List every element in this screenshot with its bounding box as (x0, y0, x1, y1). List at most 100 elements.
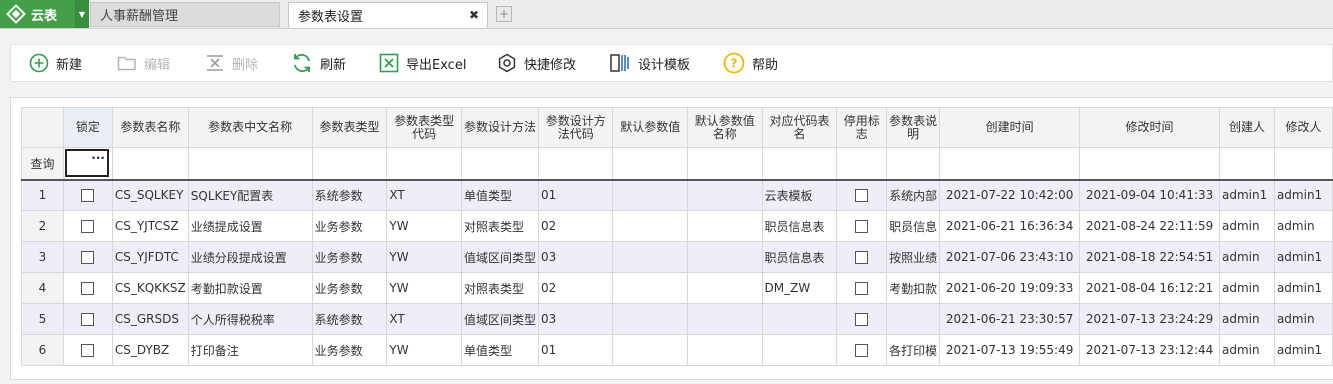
cell-creator[interactable]: admin (1219, 210, 1275, 242)
disabled-cell[interactable] (836, 179, 888, 211)
cell-creator[interactable]: admin (1219, 241, 1275, 273)
cell-type[interactable]: 业务参数 (311, 272, 388, 304)
table-row[interactable]: 3 CS_YJFDTC 业绩分段提成设置 业务参数 YW 值域区间类型 03 职员信息表 按照业… (21, 241, 1333, 273)
cell-modified[interactable]: 2021-09-04 10:41:33 (1079, 179, 1220, 211)
cell-name[interactable]: CS_YJFDTC (111, 241, 189, 273)
cell-modifier[interactable]: admin1 (1273, 272, 1333, 304)
cell-code-table[interactable] (761, 334, 838, 366)
table-row[interactable]: 2 CS_YJTCSZ 业绩提成设置 业务参数 YW 对照表类型 02 职员信息表 职员信息 20… (21, 210, 1333, 242)
query-cell[interactable] (761, 147, 838, 180)
col-header-method[interactable]: 参数设计方法 (460, 107, 539, 148)
col-header-default-name[interactable]: 默认参数值名称 (687, 107, 763, 148)
quick-edit-button[interactable]: 快捷修改 (497, 45, 576, 81)
cell-method[interactable]: 单值类型 (460, 334, 539, 366)
tab-hr-payroll[interactable]: 人事薪酬管理 (90, 2, 280, 27)
col-header-type-code[interactable]: 参数表类型代码 (386, 107, 462, 148)
cell-type[interactable]: 业务参数 (311, 334, 388, 366)
cell-type[interactable]: 业务参数 (311, 241, 388, 273)
app-menu-caret-icon[interactable]: ▼ (75, 0, 89, 28)
cell-cname[interactable]: 打印备注 (187, 334, 313, 366)
cell-created[interactable]: 2021-07-13 19:55:49 (939, 334, 1081, 366)
cell-code-table[interactable] (761, 303, 838, 335)
col-header-modified[interactable]: 修改时间 (1079, 107, 1220, 148)
disabled-cell[interactable] (836, 272, 888, 304)
cell-name[interactable]: CS_KQKKSZ (111, 272, 189, 304)
cell-modified[interactable]: 2021-08-18 22:54:51 (1079, 241, 1220, 273)
query-cell[interactable] (1219, 147, 1275, 180)
lock-cell[interactable] (62, 303, 113, 335)
col-header-code-table[interactable]: 对应代码表名 (761, 107, 838, 148)
cell-desc[interactable]: 按照业绩 (886, 241, 941, 273)
cell-type-code[interactable]: YW (386, 334, 462, 366)
query-cell[interactable] (886, 147, 941, 180)
lock-checkbox[interactable] (81, 189, 95, 203)
lock-checkbox[interactable] (81, 313, 95, 326)
col-header-modifier[interactable]: 修改人 (1273, 107, 1333, 148)
disabled-checkbox[interactable] (855, 251, 869, 264)
cell-modifier[interactable]: admin (1273, 303, 1333, 335)
disabled-checkbox[interactable] (855, 313, 869, 326)
disabled-cell[interactable] (836, 303, 888, 335)
table-row[interactable]: 6 CS_DYBZ 打印备注 业务参数 YW 单值类型 01 各打印模 2021-07-13 1… (21, 334, 1333, 366)
cell-cname[interactable]: 个人所得税税率 (187, 303, 313, 335)
cell-code-table[interactable]: 云表模板 (761, 179, 838, 211)
cell-method-code[interactable]: 02 (537, 272, 614, 304)
add-tab-button[interactable]: + (496, 6, 512, 22)
edit-button[interactable]: 编辑 (117, 45, 170, 81)
row-number[interactable]: 6 (21, 334, 64, 366)
table-row[interactable]: 4 CS_KQKKSZ 考勤扣款设置 业务参数 YW 对照表类型 02 DM_ZW 考勤扣款 20… (21, 272, 1333, 304)
cell-default-name[interactable] (687, 179, 763, 211)
cell-creator[interactable]: admin (1219, 334, 1275, 366)
export-excel-button[interactable]: 导出Excel (379, 45, 466, 81)
disabled-checkbox[interactable] (855, 282, 869, 295)
lock-checkbox[interactable] (81, 220, 95, 233)
cell-created[interactable]: 2021-07-06 23:43:10 (939, 241, 1081, 273)
disabled-checkbox[interactable] (855, 189, 869, 203)
disabled-cell[interactable] (836, 241, 888, 273)
cell-default-val[interactable] (612, 303, 688, 335)
query-cell[interactable] (187, 147, 313, 180)
cell-default-name[interactable] (687, 241, 763, 273)
cell-type-code[interactable]: YW (386, 272, 462, 304)
cell-desc[interactable]: 各打印模 (886, 334, 941, 366)
lock-checkbox[interactable] (81, 344, 95, 357)
lock-checkbox[interactable] (81, 251, 95, 264)
cell-name[interactable]: CS_GRSDS (111, 303, 189, 335)
query-cell[interactable] (311, 147, 388, 180)
row-number[interactable]: 5 (21, 303, 64, 335)
query-cell[interactable] (111, 147, 189, 180)
disabled-checkbox[interactable] (855, 220, 869, 233)
cell-default-name[interactable] (687, 272, 763, 304)
col-header-cname[interactable]: 参数表中文名称 (187, 107, 313, 148)
refresh-button[interactable]: 刷新 (291, 45, 346, 81)
query-cell[interactable] (1273, 147, 1333, 180)
cell-method[interactable]: 单值类型 (460, 179, 539, 211)
ellipsis-icon[interactable]: ··· (91, 152, 105, 164)
app-menu-button[interactable]: 云表 (0, 0, 75, 28)
disabled-cell[interactable] (836, 334, 888, 366)
cell-modified[interactable]: 2021-07-13 23:12:44 (1079, 334, 1220, 366)
cell-modifier[interactable]: admin1 (1273, 334, 1333, 366)
cell-method-code[interactable]: 01 (537, 334, 614, 366)
cell-type-code[interactable]: YW (386, 210, 462, 242)
query-cell[interactable] (939, 147, 1081, 180)
query-cell[interactable] (612, 147, 688, 180)
col-header-type[interactable]: 参数表类型 (311, 107, 388, 148)
cell-default-val[interactable] (612, 210, 688, 242)
col-header-desc[interactable]: 参数表说明 (886, 107, 941, 148)
tab-param-settings[interactable]: 参数表设置 ✖ (288, 2, 488, 28)
design-template-button[interactable]: 设计模板 (609, 45, 690, 81)
row-number[interactable]: 2 (21, 210, 64, 242)
cell-creator[interactable]: admin1 (1219, 179, 1275, 211)
lock-cell[interactable] (62, 334, 113, 366)
cell-method[interactable]: 值域区间类型 (460, 303, 539, 335)
cell-name[interactable]: CS_YJTCSZ (111, 210, 189, 242)
col-header-lock[interactable]: 锁定 (62, 107, 113, 148)
cell-method-code[interactable]: 02 (537, 210, 614, 242)
cell-method[interactable]: 值域区间类型 (460, 241, 539, 273)
cell-type[interactable]: 系统参数 (311, 179, 388, 211)
cell-default-val[interactable] (612, 272, 688, 304)
cell-name[interactable]: CS_DYBZ (111, 334, 189, 366)
cell-code-table[interactable]: 职员信息表 (761, 210, 838, 242)
col-header-creator[interactable]: 创建人 (1219, 107, 1275, 148)
